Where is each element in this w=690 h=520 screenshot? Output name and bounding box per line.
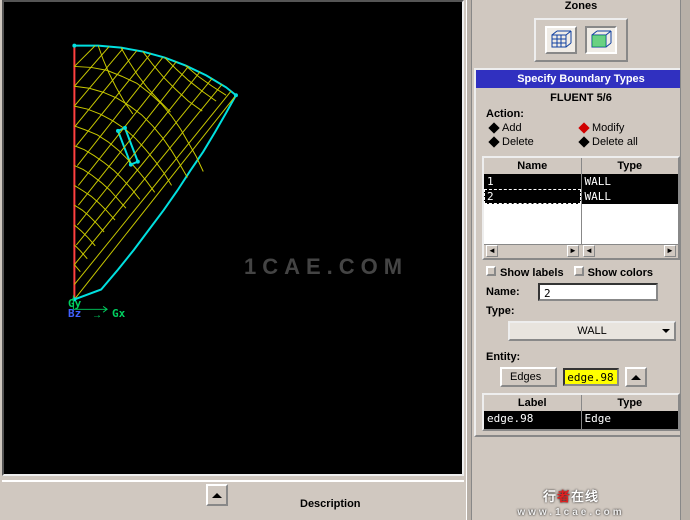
scroll-left-icon[interactable]: ◄ [583, 245, 595, 257]
chevron-down-icon [662, 329, 670, 337]
sublist-type-row[interactable]: Edge [582, 411, 679, 429]
arrow-up-icon [212, 488, 222, 498]
subcol-label: Label [484, 395, 582, 411]
axis-label-bz: Bz [68, 307, 81, 320]
type-dropdown-value: WALL [577, 325, 607, 337]
radio-delete-all[interactable]: Delete all [580, 136, 690, 148]
show-labels-label: Show labels [500, 267, 564, 279]
type-column[interactable]: WALL WALL [582, 174, 679, 244]
scroll-right-icon[interactable]: ► [567, 245, 579, 257]
type-dropdown[interactable]: WALL [508, 321, 676, 341]
command-arrow-button[interactable] [206, 484, 228, 506]
arrow-up-icon [631, 370, 641, 380]
panel-title: Specify Boundary Types [476, 70, 686, 88]
entity-pickup-button[interactable] [625, 367, 647, 387]
right-panel: Zones [472, 0, 690, 520]
action-label: Action: [486, 108, 676, 120]
entity-kind-value: Edges [510, 371, 541, 383]
scroll-left-icon[interactable]: ◄ [486, 245, 498, 257]
axis-label-gx: Gx [112, 307, 125, 320]
entity-label: Entity: [476, 347, 686, 365]
table-row[interactable]: WALL [582, 189, 679, 204]
boundary-types-panel: Specify Boundary Types FLUENT 5/6 Action… [474, 68, 688, 437]
table-row[interactable]: WALL [582, 174, 679, 189]
entity-kind-dropdown[interactable]: Edges [500, 367, 557, 387]
name-column[interactable]: 1 2 [484, 174, 582, 244]
viewport-watermark: 1CAE.COM [244, 254, 408, 280]
solver-label: FLUENT 5/6 [476, 92, 686, 104]
show-colors-label: Show colors [588, 267, 653, 279]
cube-mesh-icon [549, 29, 573, 51]
cube-face-icon [589, 29, 613, 51]
description-label: Description [300, 498, 361, 510]
entity-pick-input[interactable]: edge.98 [563, 368, 619, 386]
radio-add[interactable]: Add [490, 122, 580, 134]
show-labels-checkbox[interactable]: Show labels [486, 266, 564, 279]
name-input[interactable]: 2 [538, 283, 658, 301]
radio-delete-label: Delete [502, 136, 534, 148]
zones-toolbar [534, 18, 628, 62]
zone-continuum-button[interactable] [545, 26, 577, 54]
name-field-label: Name: [486, 286, 530, 298]
radio-modify[interactable]: Modify [580, 122, 690, 134]
right-scrollbar[interactable] [680, 0, 690, 520]
table-row[interactable]: 2 [484, 189, 581, 204]
zone-boundary-button[interactable] [585, 26, 617, 54]
col-header-type: Type [582, 158, 679, 174]
axis-arrow-icon: → [92, 310, 102, 321]
boundary-list: Name Type 1 2 WALL WALL ◄ ► ◄ ► [482, 156, 680, 260]
mesh-canvas [4, 2, 462, 474]
list-scrollbars: ◄ ► ◄ ► [484, 244, 678, 258]
radio-modify-label: Modify [592, 122, 624, 134]
sublist-label-row[interactable]: edge.98 [484, 411, 582, 429]
radio-add-label: Add [502, 122, 522, 134]
show-colors-checkbox[interactable]: Show colors [574, 266, 653, 279]
mesh-viewport[interactable]: Gy Bz Gx → 1CAE.COM [2, 0, 464, 476]
table-row[interactable]: 1 [484, 174, 581, 189]
type-field-label: Type: [486, 305, 530, 317]
radio-delete-all-label: Delete all [592, 136, 638, 148]
status-bar [2, 480, 464, 518]
col-header-name: Name [484, 158, 582, 174]
entity-sublist: Label Type edge.98 Edge [482, 393, 680, 431]
subcol-type: Type [582, 395, 679, 411]
radio-delete[interactable]: Delete [490, 136, 580, 148]
scroll-right-icon[interactable]: ► [664, 245, 676, 257]
zones-title: Zones [472, 0, 690, 12]
